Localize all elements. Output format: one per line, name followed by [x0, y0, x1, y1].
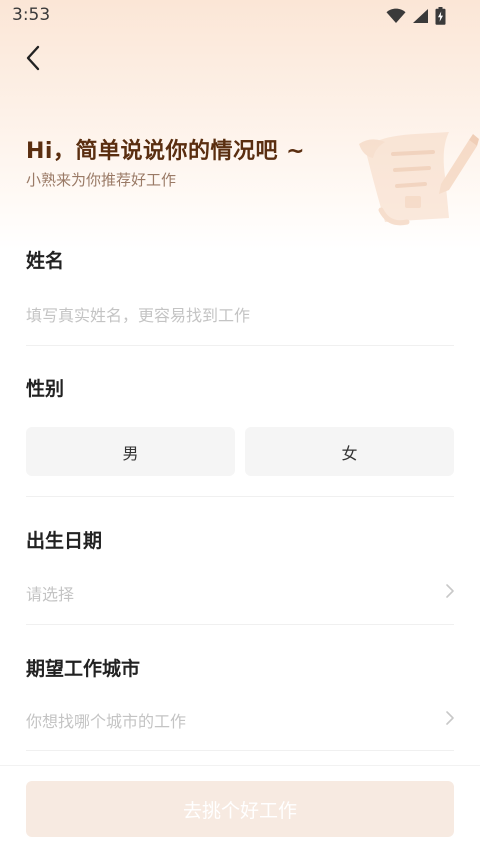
page-subtitle: 小熟来为你推荐好工作 [26, 171, 177, 189]
status-bar: 3:53 [0, 0, 480, 32]
status-icons [386, 7, 446, 25]
cellular-signal-icon [412, 8, 429, 24]
gender-female-button[interactable]: 女 [245, 427, 454, 476]
wifi-icon [386, 8, 406, 24]
divider [26, 345, 454, 346]
gender-label: 性别 [26, 378, 65, 400]
birth-date-picker[interactable] [26, 566, 454, 618]
status-time: 3:53 [12, 5, 51, 25]
birth-date-value: 请选择 [26, 585, 75, 604]
birth-date-label: 出生日期 [26, 530, 103, 552]
divider [26, 750, 454, 751]
city-value: 你想找哪个城市的工作 [26, 712, 187, 731]
resume-pencil-illustration [345, 118, 480, 240]
page-title: Hi，简单说说你的情况吧 ~ [26, 139, 306, 164]
back-button[interactable] [18, 44, 48, 76]
chevron-right-icon [444, 710, 456, 726]
name-input[interactable]: 填写真实姓名，更容易找到工作 [26, 302, 250, 326]
city-label: 期望工作城市 [26, 658, 141, 680]
gender-male-button[interactable]: 男 [26, 427, 235, 476]
divider [26, 496, 454, 497]
name-label: 姓名 [26, 250, 65, 272]
chevron-left-icon [25, 45, 41, 75]
chevron-right-icon [444, 583, 456, 599]
divider [26, 624, 454, 625]
battery-charging-icon [435, 7, 446, 25]
submit-button[interactable]: 去挑个好工作 [26, 781, 454, 837]
bottom-bar-divider [0, 765, 480, 766]
